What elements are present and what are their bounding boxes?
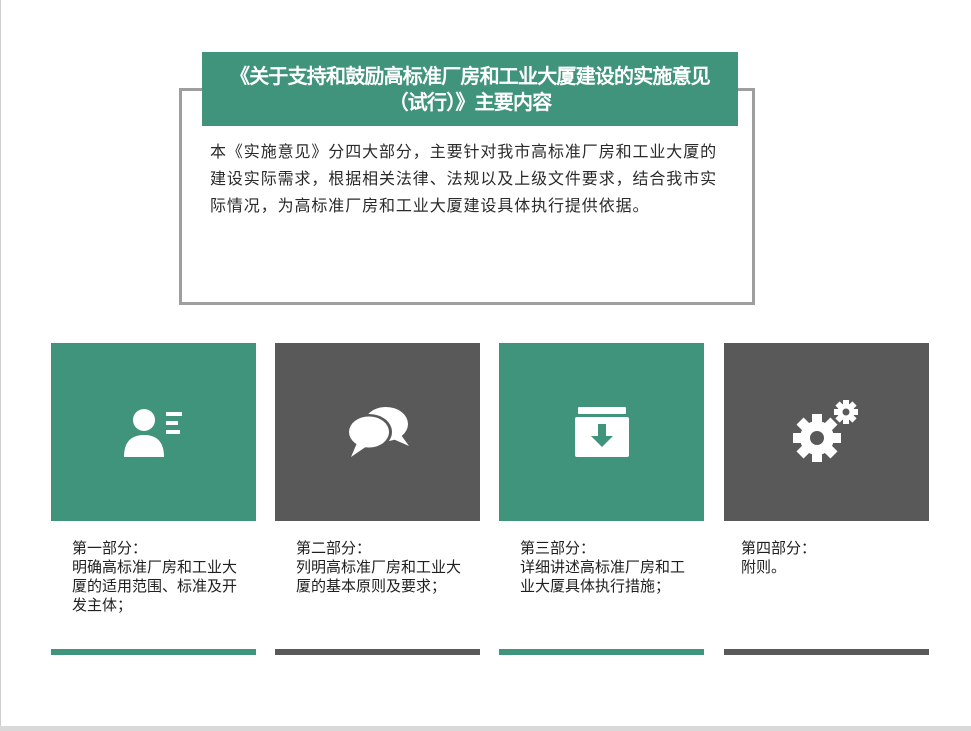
card-3-bar	[499, 649, 704, 655]
card-1-body: 明确高标准厂房和工业大厦的适用范围、标准及开发主体；	[72, 558, 238, 614]
card-4-tile	[724, 343, 929, 521]
card-1-heading: 第一部分：	[72, 539, 148, 557]
card-1-bar	[51, 649, 256, 655]
card-3-body: 详细讲述高标准厂房和工业大厦具体执行措施；	[520, 558, 686, 595]
card-3-tile	[499, 343, 704, 521]
card-3-heading: 第三部分：	[520, 539, 596, 557]
card-1-text: 第一部分： 明确高标准厂房和工业大厦的适用范围、标准及开发主体；	[72, 539, 247, 615]
card-4-bar	[724, 649, 929, 655]
card-4-heading: 第四部分：	[741, 539, 817, 557]
page-title: 《关于支持和鼓励高标准厂房和工业大厦建设的实施意见 （试行）》主要内容	[202, 52, 738, 126]
intro-text: 本《实施意见》分四大部分，主要针对我市高标准厂房和工业大厦的建设实际需求，根据相…	[210, 142, 718, 215]
page-bottom-border	[0, 726, 971, 731]
card-3-text: 第三部分： 详细讲述高标准厂房和工业大厦具体执行措施；	[520, 539, 695, 596]
card-2-bar	[275, 649, 480, 655]
card-1-tile	[51, 343, 256, 521]
title-line-1: 《关于支持和鼓励高标准厂房和工业大厦建设的实施意见	[230, 64, 711, 88]
card-2-text: 第二部分： 列明高标准厂房和工业大厦的基本原则及要求；	[296, 539, 471, 596]
card-2-tile	[275, 343, 480, 521]
card-4-body: 附则。	[741, 558, 787, 576]
user-list-icon	[123, 409, 182, 457]
card-2-heading: 第二部分：	[296, 539, 372, 557]
card-2-body: 列明高标准厂房和工业大厦的基本原则及要求；	[296, 558, 462, 595]
archive-download-icon	[574, 407, 629, 457]
title-line-2: （试行）》主要内容	[388, 90, 553, 114]
chat-bubbles-icon	[345, 407, 409, 457]
gears-icon	[792, 400, 858, 462]
card-4-text: 第四部分： 附则。	[741, 539, 916, 577]
page-left-border	[0, 0, 1, 731]
